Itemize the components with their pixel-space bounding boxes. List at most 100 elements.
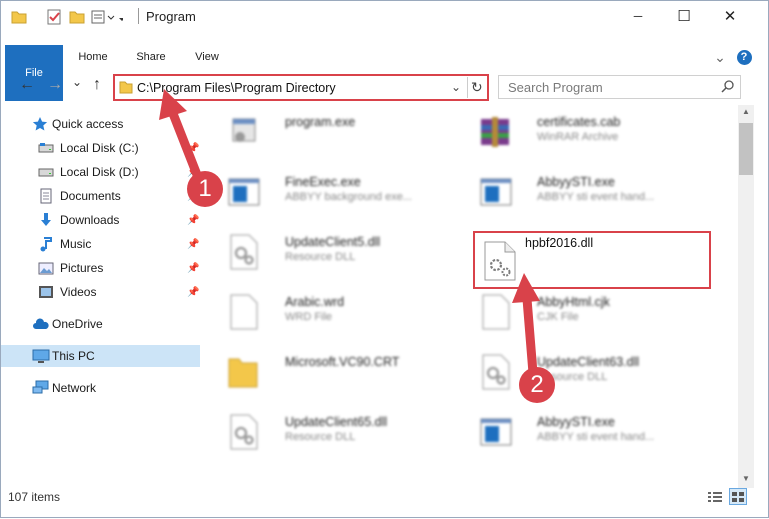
pin-icon[interactable]: 📌 <box>187 239 199 250</box>
network-icon <box>32 380 49 396</box>
file-name: Microsoft.VC90.CRT <box>285 355 400 369</box>
file-item[interactable]: certificates.cab WinRAR Archive <box>475 105 715 161</box>
address-bar[interactable]: C:\Program Files\Program Directory ⌄ ↻ <box>113 74 489 101</box>
help-glyph: ? <box>736 49 752 65</box>
search-input[interactable]: Search Program <box>508 80 603 95</box>
sidebar-item-pictures[interactable]: Pictures 📌 <box>1 257 200 279</box>
ribbon-expand-icon[interactable]: ⌄ <box>711 45 729 69</box>
search-icon[interactable] <box>721 79 735 96</box>
refresh-icon[interactable]: ↻ <box>471 79 483 96</box>
folder-icon <box>223 351 263 391</box>
step-1-badge: 1 <box>187 171 223 207</box>
sidebar-item-this-pc[interactable]: This PC <box>1 345 200 367</box>
back-icon[interactable]: ← <box>19 76 35 94</box>
file-type: WinRAR Archive <box>537 131 619 143</box>
file-item[interactable]: Microsoft.VC90.CRT <box>223 345 463 401</box>
scroll-down-icon[interactable]: ▼ <box>742 474 750 483</box>
large-icons-view-icon[interactable] <box>729 488 747 505</box>
sidebar-item-videos[interactable]: Videos 📌 <box>1 281 200 303</box>
music-icon <box>38 236 54 252</box>
file-type: Resource DLL <box>285 251 356 263</box>
title-bar: Program ─ ☐ ✕ <box>1 1 768 31</box>
sidebar-item-documents[interactable]: Documents 📌 <box>1 185 200 207</box>
file-item[interactable]: FineExec.exe ABBYY background exe... <box>223 165 463 221</box>
sidebar-item-label: Pictures <box>60 261 104 275</box>
close-button[interactable]: ✕ <box>707 1 753 31</box>
sidebar-item-onedrive[interactable]: OneDrive <box>1 313 200 335</box>
star-icon <box>32 116 48 132</box>
pin-icon[interactable]: 📌 <box>187 287 199 298</box>
sidebar-item-label: Network <box>52 381 97 395</box>
step-2-badge: 2 <box>519 367 555 403</box>
file-name: Arabic.wrd <box>285 295 345 309</box>
vertical-scrollbar[interactable]: ▲ ▼ <box>738 105 754 488</box>
details-view-icon[interactable] <box>707 490 723 507</box>
scrollbar-thumb[interactable] <box>739 123 753 175</box>
item-count: 107 items <box>8 490 61 504</box>
properties-icon[interactable] <box>46 9 62 28</box>
app-icon <box>223 171 263 211</box>
sidebar-item-network[interactable]: Network <box>1 377 200 399</box>
sidebar-item-label: This PC <box>52 349 95 363</box>
address-separator <box>467 77 468 98</box>
file-item[interactable]: AbbyySTI.exe ABBYY sti event hand... <box>475 165 715 221</box>
address-path[interactable]: C:\Program Files\Program Directory <box>137 81 336 95</box>
dll-icon <box>223 411 263 451</box>
pin-icon[interactable]: 📌 <box>187 215 199 226</box>
file-item[interactable]: UpdateClient65.dll Resource DLL <box>223 405 463 461</box>
sidebar-item-label: Downloads <box>60 213 120 227</box>
file-type: Resource DLL <box>285 431 356 443</box>
videos-icon <box>38 284 54 300</box>
drive-icon <box>38 164 54 180</box>
file-name: UpdateClient65.dll <box>285 415 388 429</box>
sidebar-item-label: OneDrive <box>52 317 103 331</box>
address-dropdown-icon[interactable]: ⌄ <box>451 80 461 94</box>
tab-share[interactable]: Share <box>129 45 173 69</box>
sidebar-item-quick-access[interactable]: Quick access <box>1 113 200 135</box>
maximize-button[interactable]: ☐ <box>661 1 707 31</box>
pin-icon[interactable]: 📌 <box>187 263 199 274</box>
drive-icon <box>38 140 54 156</box>
sidebar-item-music[interactable]: Music 📌 <box>1 233 200 255</box>
file-item[interactable]: AbbyySTI.exe ABBYY sti event hand... <box>475 405 715 461</box>
pictures-icon <box>38 260 54 276</box>
tab-home[interactable]: Home <box>71 45 115 69</box>
dll-icon <box>475 351 515 391</box>
sidebar-item-label: Quick access <box>52 117 124 131</box>
file-item[interactable]: program.exe <box>223 105 463 161</box>
file-name: UpdateClient63.dll <box>537 355 640 369</box>
file-item[interactable]: UpdateClient5.dll Resource DLL <box>223 225 463 281</box>
forward-icon[interactable]: → <box>47 76 63 94</box>
tab-view[interactable]: View <box>185 45 229 69</box>
file-type: ABBYY sti event hand... <box>537 431 655 443</box>
status-bar: 107 items <box>1 487 768 507</box>
recent-locations-icon[interactable]: ⌄ <box>72 75 82 89</box>
file-name: certificates.cab <box>537 115 621 129</box>
search-box[interactable]: Search Program <box>498 75 741 99</box>
file-icon <box>223 291 263 331</box>
file-item[interactable]: UpdateClient63.dll Resource DLL <box>475 345 715 401</box>
sidebar-item-downloads[interactable]: Downloads 📌 <box>1 209 200 231</box>
documents-icon <box>38 188 54 204</box>
file-type: WRD File <box>285 311 333 323</box>
window-title: Program <box>146 9 196 24</box>
highlighted-file-item[interactable]: hpbf2016.dll <box>473 231 711 289</box>
file-name: AbbyHtml.cjk <box>537 295 610 309</box>
up-icon[interactable]: ↑ <box>93 76 101 94</box>
downloads-icon <box>38 212 54 228</box>
file-item[interactable]: Arabic.wrd WRD File <box>223 285 463 341</box>
new-folder-icon[interactable] <box>69 9 85 28</box>
dll-icon <box>223 231 263 271</box>
scroll-up-icon[interactable]: ▲ <box>742 107 750 116</box>
help-icon[interactable]: ? <box>735 45 753 69</box>
explorer-window: Program ─ ☐ ✕ File Home Share View ⌄ ? ←… <box>0 0 769 518</box>
file-name: UpdateClient5.dll <box>285 235 381 249</box>
sidebar-item-local-disk-c[interactable]: Local Disk (C:) 📌 <box>1 137 200 159</box>
minimize-button[interactable]: ─ <box>615 1 661 31</box>
file-list: program.exe certificates.cab WinRAR Arch… <box>211 105 739 489</box>
customize-toolbar-icon[interactable] <box>91 9 125 28</box>
sidebar-item-label: Local Disk (D:) <box>60 165 139 179</box>
pin-icon[interactable]: 📌 <box>187 143 199 154</box>
sidebar-item-local-disk-d[interactable]: Local Disk (D:) 📌 <box>1 161 200 183</box>
file-item[interactable]: AbbyHtml.cjk CJK File <box>475 285 715 341</box>
